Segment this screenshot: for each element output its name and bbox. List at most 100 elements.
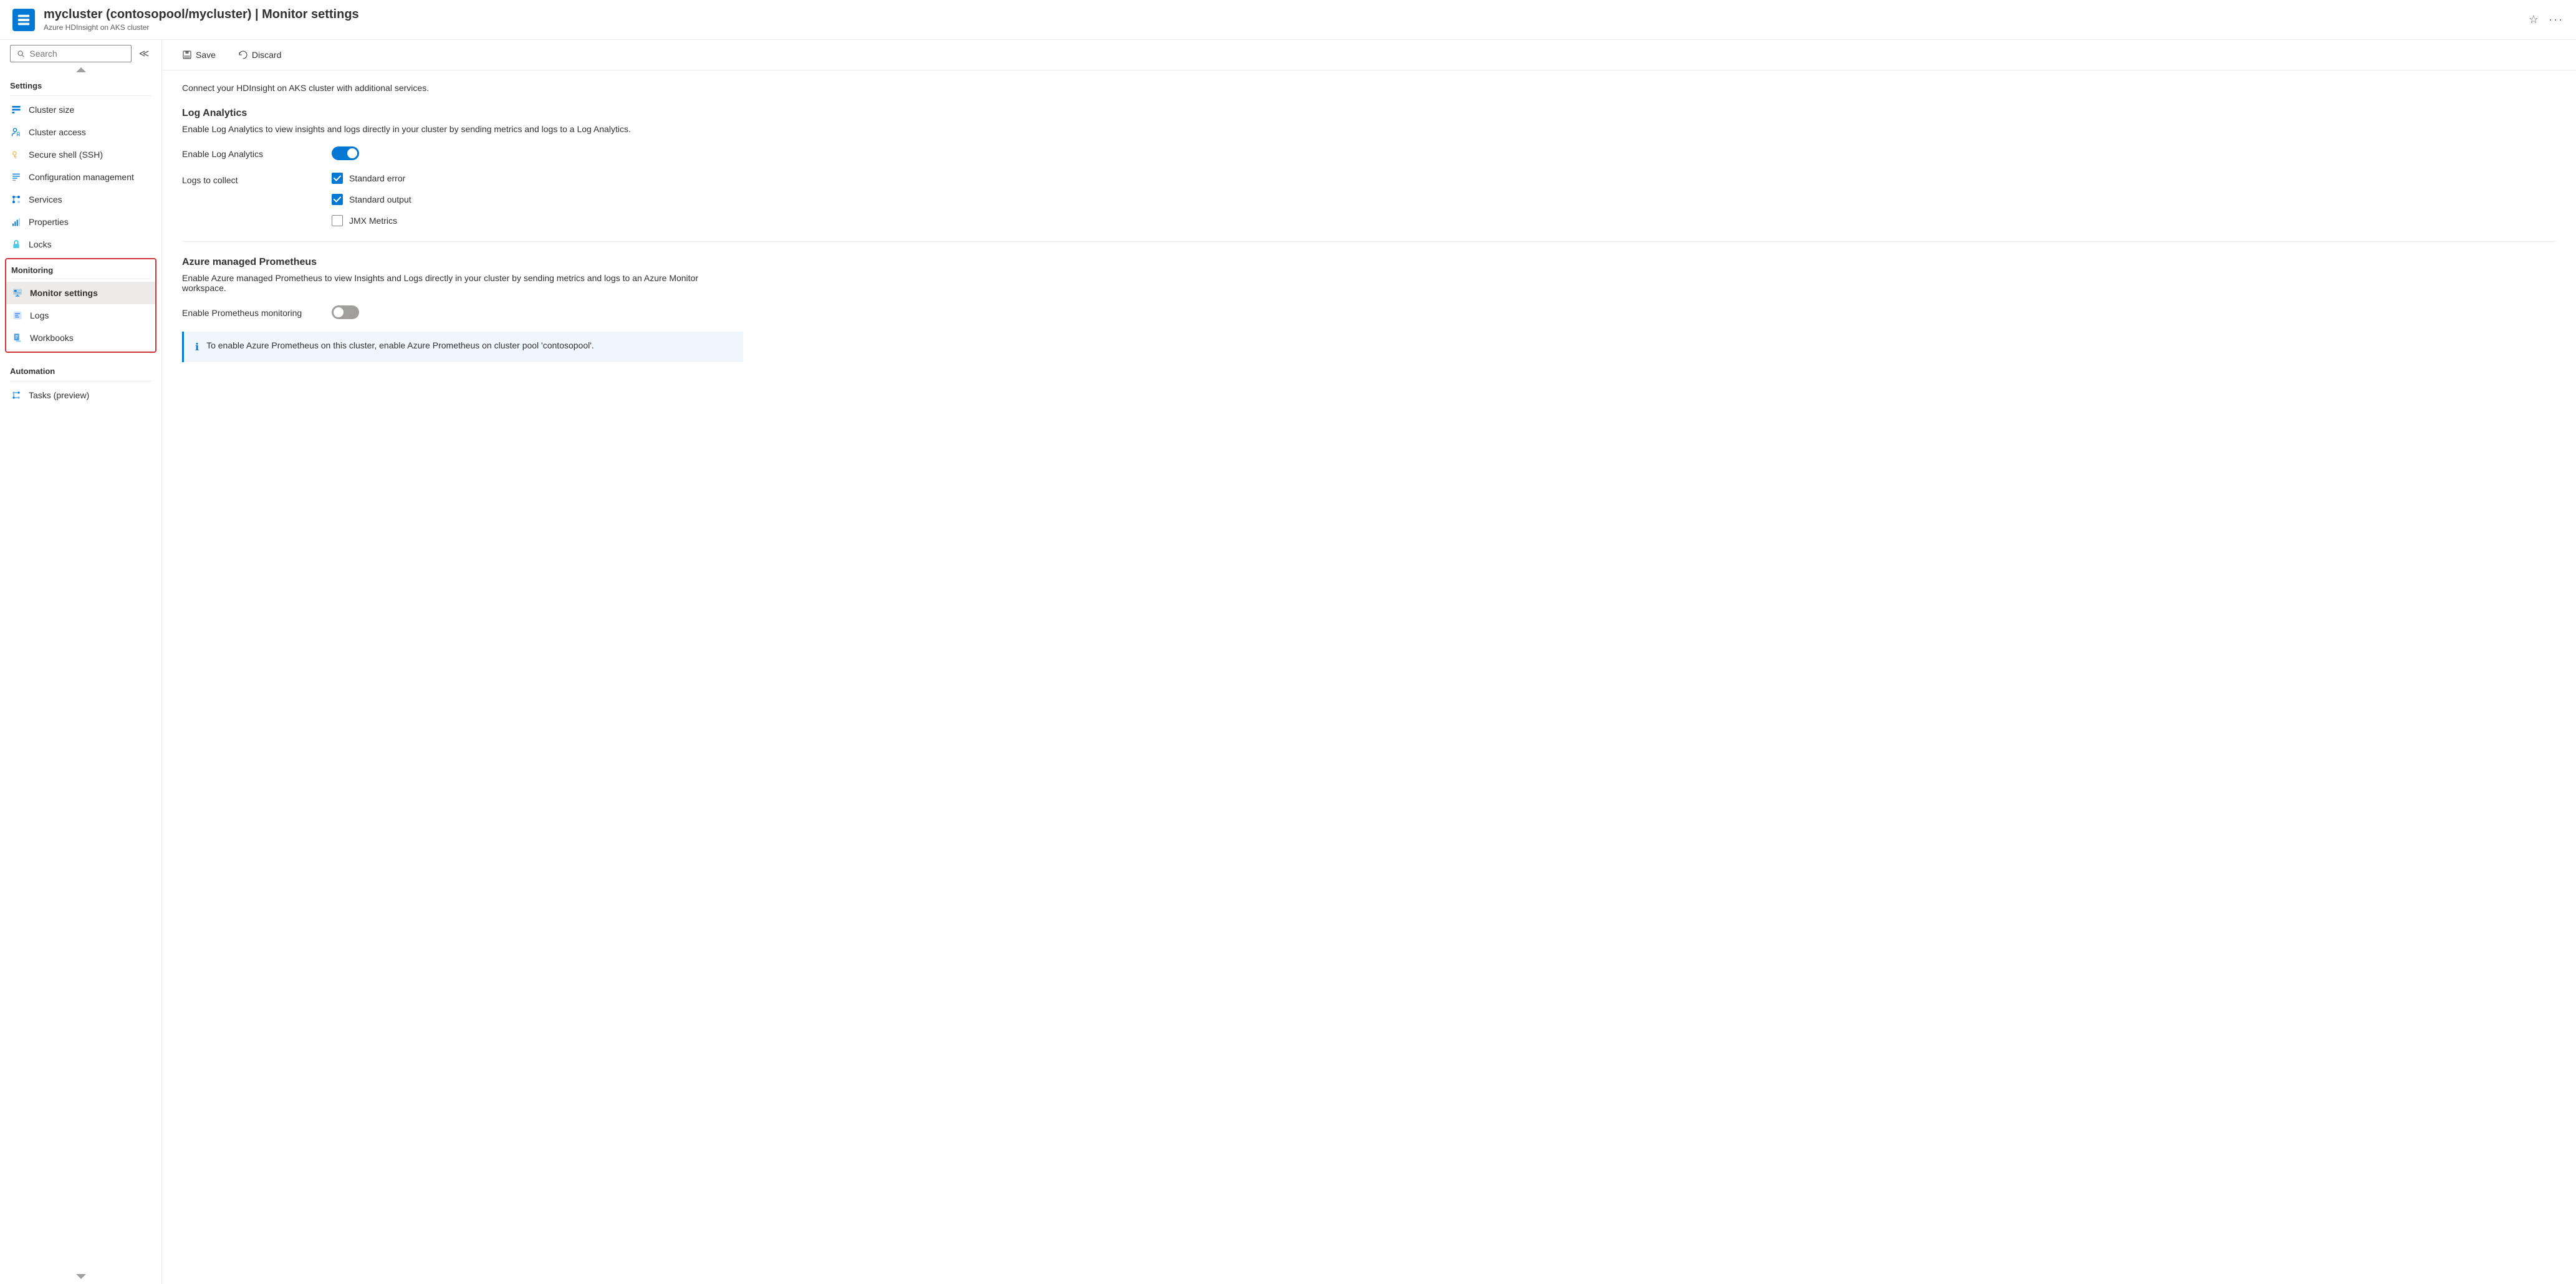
locks-label: Locks [29, 239, 52, 249]
save-label: Save [196, 50, 216, 60]
sidebar-item-secure-shell[interactable]: Secure shell (SSH) [0, 143, 161, 166]
sidebar-item-locks[interactable]: Locks [0, 233, 161, 256]
settings-divider [10, 95, 151, 96]
cluster-access-icon [10, 126, 22, 138]
toggle-slider [332, 146, 359, 160]
header-actions: ☆ ··· [2529, 13, 2564, 26]
log-analytics-section: Log Analytics Enable Log Analytics to vi… [182, 108, 2556, 226]
azure-prometheus-description: Enable Azure managed Prometheus to view … [182, 273, 743, 293]
toolbar: Save Discard [162, 40, 2576, 70]
standard-output-label: Standard output [349, 194, 411, 204]
resource-icon [12, 9, 35, 31]
standard-error-checkbox[interactable] [332, 173, 343, 184]
favorite-icon[interactable]: ☆ [2529, 13, 2539, 26]
monitoring-group: Monitoring Monitor settings [5, 258, 156, 353]
header-text-group: mycluster (contosopool/mycluster) | Moni… [44, 7, 2520, 32]
standard-error-label: Standard error [349, 173, 405, 183]
save-icon [182, 50, 192, 60]
scroll-up-arrow[interactable] [76, 67, 86, 72]
secure-shell-label: Secure shell (SSH) [29, 150, 103, 160]
enable-prometheus-toggle[interactable] [332, 305, 359, 319]
azure-prometheus-section: Azure managed Prometheus Enable Azure ma… [182, 257, 2556, 362]
cluster-svg-icon [17, 13, 31, 27]
logs-label: Logs [30, 310, 49, 320]
log-analytics-description: Enable Log Analytics to view insights an… [182, 124, 743, 134]
enable-prometheus-label: Enable Prometheus monitoring [182, 305, 307, 318]
logs-icon [11, 309, 24, 322]
azure-prometheus-title: Azure managed Prometheus [182, 257, 2556, 268]
cluster-access-label: Cluster access [29, 127, 86, 137]
sidebar-item-monitor-settings[interactable]: Monitor settings [6, 282, 155, 304]
check-icon-2 [334, 196, 341, 203]
prometheus-toggle-knob [334, 307, 344, 317]
sidebar-item-logs[interactable]: Logs [6, 304, 155, 327]
search-input[interactable] [29, 49, 125, 59]
scroll-down-arrow[interactable] [76, 1274, 86, 1279]
content-description: Connect your HDInsight on AKS cluster wi… [182, 83, 2556, 93]
enable-prometheus-row: Enable Prometheus monitoring [182, 305, 2556, 319]
save-button[interactable]: Save [177, 46, 221, 64]
page-header: mycluster (contosopool/mycluster) | Moni… [0, 0, 2576, 40]
jmx-metrics-label: JMX Metrics [349, 216, 397, 226]
logs-checkbox-group: Standard error Standard output [332, 173, 411, 226]
sidebar-item-configuration-management[interactable]: Configuration management [0, 166, 161, 188]
services-label: Services [29, 194, 62, 204]
standard-output-checkbox[interactable] [332, 194, 343, 205]
page-title: mycluster (contosopool/mycluster) | Moni… [44, 7, 2520, 22]
sidebar-item-cluster-size[interactable]: Cluster size [0, 98, 161, 121]
properties-icon [10, 216, 22, 228]
sidebar-item-services[interactable]: Services [0, 188, 161, 211]
info-icon: ℹ [195, 341, 199, 353]
standard-output-row[interactable]: Standard output [332, 194, 411, 205]
logs-to-collect-label: Logs to collect [182, 173, 307, 185]
secure-shell-icon [10, 148, 22, 161]
prometheus-info-box: ℹ To enable Azure Prometheus on this clu… [182, 332, 743, 362]
prometheus-toggle-slider [332, 305, 359, 319]
discard-label: Discard [252, 50, 281, 60]
automation-section-label: Automation [0, 360, 161, 378]
settings-section-label: Settings [0, 75, 161, 93]
monitor-settings-label: Monitor settings [30, 288, 98, 298]
tasks-preview-icon [10, 389, 22, 401]
discard-icon [238, 50, 248, 60]
more-options-icon[interactable]: ··· [2549, 13, 2564, 26]
check-icon [334, 175, 341, 182]
page-subtitle: Azure HDInsight on AKS cluster [44, 23, 2520, 32]
toggle-knob [347, 148, 357, 158]
enable-log-analytics-label: Enable Log Analytics [182, 146, 307, 159]
enable-log-analytics-toggle[interactable] [332, 146, 359, 160]
sidebar-item-tasks-preview[interactable]: Tasks (preview) [0, 384, 161, 406]
enable-log-analytics-row: Enable Log Analytics [182, 146, 2556, 160]
main-content: Save Discard Connect your HDInsight on A… [162, 40, 2576, 1284]
search-box[interactable] [10, 45, 132, 62]
monitor-settings-icon [11, 287, 24, 299]
workbooks-icon [11, 332, 24, 344]
collapse-sidebar-button[interactable]: ≪ [137, 46, 151, 61]
properties-label: Properties [29, 217, 69, 227]
cluster-size-icon [10, 103, 22, 116]
prometheus-info-text: To enable Azure Prometheus on this clust… [206, 340, 594, 350]
search-icon [17, 49, 24, 58]
cluster-size-label: Cluster size [29, 105, 74, 115]
configuration-management-label: Configuration management [29, 172, 134, 182]
jmx-metrics-row[interactable]: JMX Metrics [332, 215, 411, 226]
logs-to-collect-row: Logs to collect Standard error [182, 173, 2556, 226]
config-management-icon [10, 171, 22, 183]
standard-error-row[interactable]: Standard error [332, 173, 411, 184]
log-analytics-title: Log Analytics [182, 108, 2556, 119]
sidebar-item-workbooks[interactable]: Workbooks [6, 327, 155, 349]
services-icon [10, 193, 22, 206]
jmx-metrics-checkbox[interactable] [332, 215, 343, 226]
sidebar-item-cluster-access[interactable]: Cluster access [0, 121, 161, 143]
main-layout: ≪ Settings Cluster size [0, 40, 2576, 1284]
monitoring-section-label: Monitoring [6, 262, 155, 277]
workbooks-label: Workbooks [30, 333, 74, 343]
sidebar-item-properties[interactable]: Properties [0, 211, 161, 233]
scroll-up-indicator[interactable] [0, 65, 161, 75]
section-separator [182, 241, 2556, 242]
locks-icon [10, 238, 22, 251]
content-body: Connect your HDInsight on AKS cluster wi… [162, 70, 2576, 375]
scroll-down-indicator[interactable] [0, 1272, 161, 1284]
tasks-preview-label: Tasks (preview) [29, 390, 89, 400]
discard-button[interactable]: Discard [233, 46, 286, 64]
